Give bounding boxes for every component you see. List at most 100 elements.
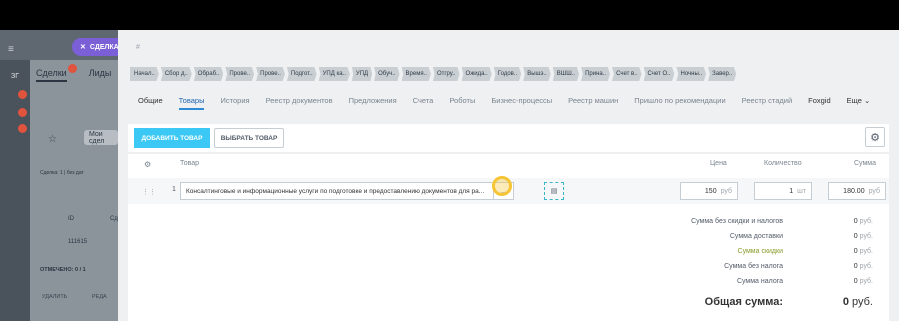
gear-icon[interactable]: ⚙ bbox=[144, 160, 151, 169]
products-table: ⚙ Товар Цена Количество Сумма ⋮⋮ 1 Конса… bbox=[128, 154, 889, 321]
tab-history[interactable]: История bbox=[220, 96, 249, 110]
left-count: ЗГ bbox=[11, 73, 20, 80]
total-amount: 0 bbox=[853, 233, 858, 240]
stage-item[interactable]: Прове.. bbox=[256, 67, 285, 81]
stage-item[interactable]: Вышэ.. bbox=[523, 67, 551, 81]
stage-item[interactable]: Прове.. bbox=[225, 67, 255, 81]
products-toolbar: ДОБАВИТЬ ТОВАР ВЫБРАТЬ ТОВАР ⚙ bbox=[128, 124, 889, 152]
notification-badge bbox=[18, 124, 27, 133]
stage-item[interactable]: УПД ка.. bbox=[318, 67, 350, 81]
total-label: Сумма налога bbox=[736, 278, 783, 285]
price-column-header: Цена bbox=[710, 160, 727, 167]
quantity-column-header: Количество bbox=[764, 160, 802, 167]
stage-item[interactable]: Начал.. bbox=[130, 67, 159, 81]
tab-cars[interactable]: Реестр машин bbox=[568, 96, 618, 110]
tab-referral[interactable]: Пришло по рекомендации bbox=[634, 96, 725, 110]
quantity-input[interactable]: 1 шт bbox=[754, 182, 812, 200]
sum-unit: руб bbox=[868, 187, 880, 195]
product-name-input[interactable]: Консалтинговые и информационные услуги п… bbox=[180, 182, 514, 200]
delete-action[interactable]: УДАЛИТЬ bbox=[42, 294, 67, 300]
deal-detail-panel: # Начал.. Сбор д.. Обраб.. Прове.. Прове… bbox=[118, 30, 899, 321]
stage-item[interactable]: Счет в.. bbox=[612, 67, 642, 81]
stage-item[interactable]: Время.. bbox=[401, 67, 431, 81]
sd-column-header: Сд bbox=[110, 216, 118, 222]
tab-documents[interactable]: Реестр документов bbox=[266, 96, 333, 110]
stage-item[interactable]: Обраб.. bbox=[193, 67, 224, 81]
stage-item[interactable]: Завер.. bbox=[708, 67, 737, 81]
total-unit: руб. bbox=[859, 263, 873, 270]
filter-summary: Сделка: 1 | без дат bbox=[40, 170, 84, 176]
total-amount: 0 bbox=[853, 278, 858, 285]
tab-more-label: Еще bbox=[846, 96, 862, 105]
grand-total-label: Общая сумма: bbox=[704, 296, 783, 308]
stage-item[interactable]: УПД bbox=[351, 67, 373, 81]
discount-total-label: Сумма скидки bbox=[737, 248, 783, 255]
grand-total-unit: руб. bbox=[852, 296, 873, 308]
crm-list-background: ≡ ✕ СДЕЛКА ЗГ Сделки Лиды ☆ Мои сдел Сдел… bbox=[0, 30, 126, 321]
stage-item[interactable]: Сбор д.. bbox=[160, 67, 192, 81]
row-number: 1 bbox=[172, 186, 176, 193]
total-amount: 0 bbox=[853, 218, 858, 225]
notification-badge bbox=[18, 90, 27, 99]
price-input[interactable]: 150 руб bbox=[680, 182, 738, 200]
sum-column-header: Сумма bbox=[854, 160, 876, 167]
total-label: Сумма без скидки и налогов bbox=[691, 218, 783, 225]
price-value: 150 bbox=[704, 187, 717, 195]
star-icon[interactable]: ☆ bbox=[48, 134, 57, 145]
tab-business-processes[interactable]: Бизнес-процессы bbox=[491, 96, 552, 110]
tab-more[interactable]: Еще ⌄ bbox=[847, 96, 871, 110]
total-value: 0 руб. bbox=[854, 263, 873, 270]
select-product-button[interactable]: ВЫБРАТЬ ТОВАР bbox=[214, 128, 284, 148]
tab-deals[interactable]: Сделки bbox=[36, 68, 67, 82]
tab-general[interactable]: Общие bbox=[138, 96, 163, 110]
gear-icon: ⚙ bbox=[870, 131, 880, 144]
quantity-value: 1 bbox=[789, 187, 794, 195]
stage-item[interactable]: Ночны.. bbox=[676, 67, 707, 81]
deal-tabs: Общие Товары История Реестр документов П… bbox=[138, 96, 870, 110]
total-unit: руб. bbox=[859, 218, 873, 225]
product-column-header: Товар bbox=[180, 160, 200, 167]
left-nav bbox=[0, 60, 30, 321]
drag-handle-icon[interactable]: ⋮⋮ bbox=[142, 188, 156, 196]
row-id[interactable]: 111615 bbox=[68, 239, 87, 245]
stage-item[interactable]: Прина.. bbox=[581, 67, 611, 81]
breadcrumb: # bbox=[136, 44, 140, 51]
stage-item[interactable]: Ожида.. bbox=[461, 67, 492, 81]
sum-input[interactable]: 180.00 руб bbox=[828, 182, 886, 200]
total-value: 0 руб. bbox=[854, 248, 873, 255]
grand-total-value: 0 руб. bbox=[843, 296, 873, 308]
tab-invoices[interactable]: Счета bbox=[413, 96, 434, 110]
add-product-button[interactable]: ДОБАВИТЬ ТОВАР bbox=[134, 128, 210, 148]
selected-count: ОТМЕЧЕНО: 0 / 1 bbox=[40, 267, 86, 273]
stage-item[interactable]: Отгру.. bbox=[432, 67, 460, 81]
settings-button[interactable]: ⚙ bbox=[865, 127, 885, 147]
total-amount: 0 bbox=[853, 263, 858, 270]
tab-products[interactable]: Товары bbox=[178, 96, 205, 110]
catalog-icon[interactable]: ▤ bbox=[544, 182, 564, 200]
deal-chip-label: СДЕЛКА bbox=[89, 43, 119, 51]
total-amount: 0 bbox=[853, 248, 858, 255]
price-unit: руб bbox=[720, 187, 732, 195]
id-column-header[interactable]: ID bbox=[68, 216, 74, 222]
my-deals-filter[interactable]: Мои сдел bbox=[84, 130, 118, 145]
edit-action[interactable]: РЕДА bbox=[92, 294, 107, 300]
total-unit: руб. bbox=[859, 233, 873, 240]
total-value: 0 руб. bbox=[854, 233, 873, 240]
stage-item[interactable]: Обуч.. bbox=[374, 67, 400, 81]
tab-offers[interactable]: Предложения bbox=[349, 96, 397, 110]
close-icon[interactable]: ✕ bbox=[80, 43, 86, 51]
tab-robots[interactable]: Роботы bbox=[449, 96, 475, 110]
sum-value: 180.00 bbox=[843, 187, 865, 195]
tab-foxgid[interactable]: Foxgid bbox=[808, 96, 831, 110]
cursor-highlight bbox=[492, 176, 512, 196]
total-value: 0 руб. bbox=[854, 278, 873, 285]
stage-item[interactable]: Подгот.. bbox=[286, 67, 317, 81]
total-unit: руб. bbox=[859, 278, 873, 285]
tab-leads[interactable]: Лиды bbox=[89, 68, 112, 82]
stage-item[interactable]: ВШШ.. bbox=[552, 67, 580, 81]
menu-icon[interactable]: ≡ bbox=[8, 44, 14, 55]
stage-item[interactable]: Счет О.. bbox=[643, 67, 675, 81]
tab-stages[interactable]: Реестр стадий bbox=[742, 96, 792, 110]
stage-item[interactable]: Годов.. bbox=[493, 67, 522, 81]
deals-badge bbox=[68, 64, 77, 73]
